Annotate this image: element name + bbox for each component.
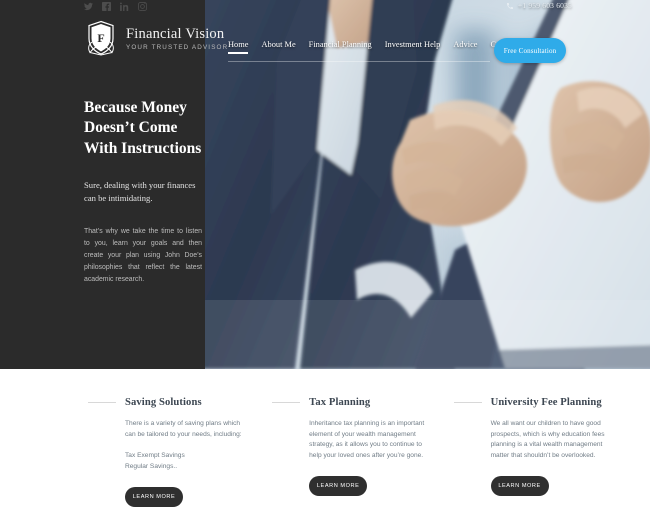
brand-logo[interactable]: F Financial Vision YOUR TRUSTED ADVISOR [84, 20, 228, 56]
hero-headline-line-3: With Instructions [84, 139, 202, 157]
linkedin-icon[interactable] [120, 2, 129, 11]
feature-paragraph-1: Inheritance tax planning is an important… [309, 420, 425, 460]
free-consultation-button[interactable]: Free Consultation [494, 38, 566, 63]
feature-heading-row: Saving Solutions [88, 397, 284, 408]
feature-title: University Fee Planning [490, 397, 602, 408]
twitter-icon[interactable] [84, 2, 93, 11]
hero-copy: Because Money Doesn’t Come With Instruct… [84, 98, 206, 286]
feature-card-saving-solutions: Saving Solutions There is a variety of s… [88, 397, 284, 507]
nav-underline-rule [228, 61, 490, 62]
phone-contact[interactable]: +1 959 603 6035 [506, 1, 572, 10]
hero-subheadline: Sure, dealing with your finances can be … [84, 180, 196, 203]
hero-paragraph: That’s why we take the time to listen to… [84, 228, 202, 283]
hero-section: +1 959 603 6035 F Financial Vision YOUR … [0, 0, 650, 369]
facebook-icon[interactable] [102, 2, 111, 11]
feature-paragraph-1: There is a variety of saving plans which… [125, 420, 242, 438]
brand-tagline: YOUR TRUSTED ADVISOR [126, 43, 229, 51]
feature-paragraph-2: Tax Exempt Savings Regular Savings.. [125, 452, 185, 471]
nav-item-investment-help[interactable]: Investment Help [385, 40, 441, 54]
feature-body: We all want our children to have good pr… [490, 419, 611, 496]
nav-item-home[interactable]: Home [228, 40, 249, 54]
nav-item-financial-planning[interactable]: Financial Planning [309, 40, 372, 54]
feature-heading-row: Tax Planning [272, 397, 468, 408]
features-section: Saving Solutions There is a variety of s… [0, 369, 650, 519]
heading-dash-icon [453, 402, 482, 403]
nav-item-about-me[interactable]: About Me [261, 40, 295, 54]
feature-card-tax-planning: Tax Planning Inheritance tax planning is… [272, 397, 468, 507]
site-header: F Financial Vision YOUR TRUSTED ADVISOR … [0, 16, 650, 63]
hero-headline: Because Money Doesn’t Come With Instruct… [84, 98, 206, 159]
heading-dash-icon [88, 402, 116, 403]
social-links [84, 2, 147, 11]
brand-name: Financial Vision [126, 26, 225, 43]
feature-heading-row: University Fee Planning [453, 397, 650, 408]
phone-icon [506, 2, 514, 10]
svg-text:F: F [97, 31, 104, 45]
nav-item-advice[interactable]: Advice [453, 40, 477, 54]
hero-headline-line-2: Doesn’t Come [84, 119, 178, 137]
feature-card-university-fee-planning: University Fee Planning We all want our … [453, 397, 650, 507]
brand-text: Financial Vision YOUR TRUSTED ADVISOR [126, 25, 228, 51]
heading-dash-icon [272, 402, 301, 403]
feature-title: Saving Solutions [125, 397, 202, 408]
top-bar: +1 959 603 6035 [0, 0, 650, 16]
instagram-icon[interactable] [138, 2, 147, 11]
feature-columns: Saving Solutions There is a variety of s… [0, 397, 650, 507]
feature-body: Inheritance tax planning is an important… [309, 419, 429, 496]
learn-more-button[interactable]: LEARN MORE [490, 475, 549, 496]
hero-headline-line-1: Because Money [84, 99, 187, 116]
feature-paragraph-1: We all want our children to have good pr… [490, 420, 605, 460]
learn-more-button[interactable]: LEARN MORE [125, 486, 183, 507]
shield-laurel-logo-icon: F [84, 20, 118, 56]
feature-body: There is a variety of saving plans which… [125, 419, 245, 507]
main-nav: Home About Me Financial Planning Investm… [228, 40, 520, 54]
learn-more-button[interactable]: LEARN MORE [309, 475, 368, 496]
feature-title: Tax Planning [309, 397, 371, 408]
phone-number: +1 959 603 6035 [517, 1, 572, 10]
